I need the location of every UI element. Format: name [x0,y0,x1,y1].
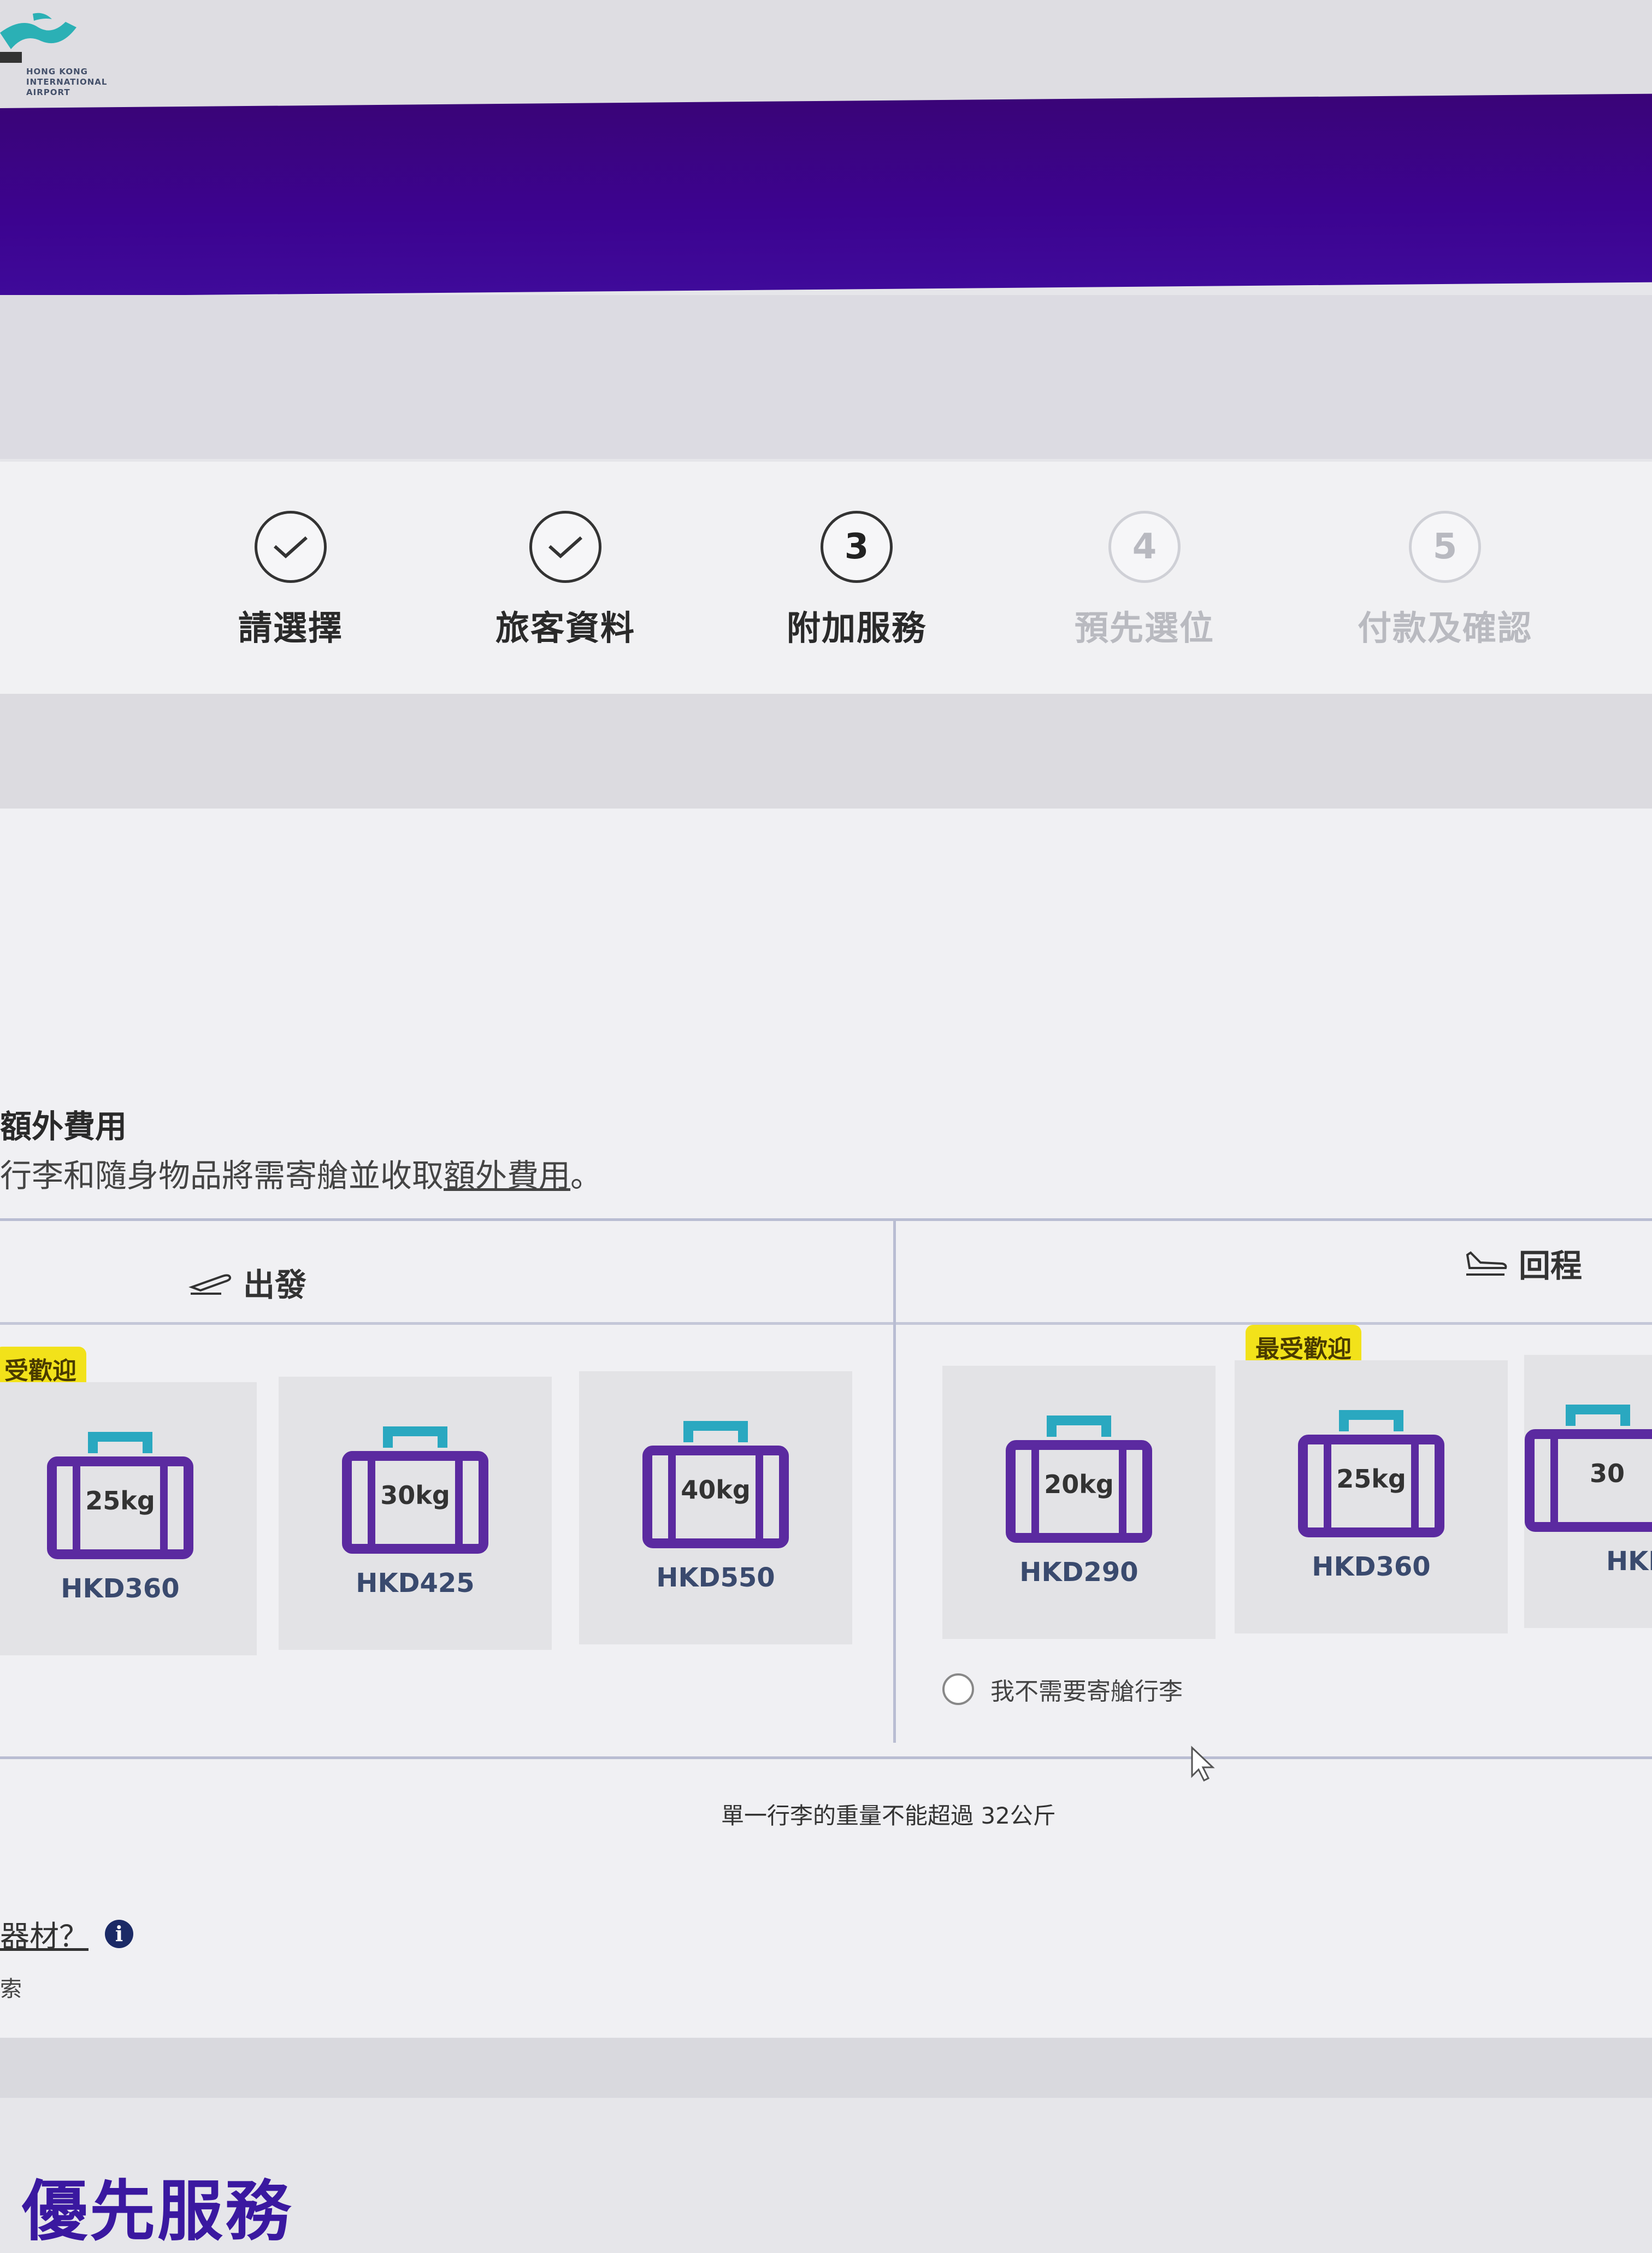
bag-option-card[interactable]: 25kg HKD360 [0,1382,257,1655]
bag-price: HKD425 [356,1568,475,1599]
airport-logo-icon [0,13,76,63]
site-header [0,0,1652,112]
step-number: 5 [1409,511,1481,583]
bag-option-card[interactable]: 30 HKI [1524,1355,1652,1628]
step-1[interactable]: 請選擇 [203,511,378,653]
bag-option-card[interactable]: 30kg HKD425 [279,1377,552,1650]
table-header-line [0,1322,1652,1325]
step-label: 付款及確認 [1358,608,1533,648]
step-label: 附加服務 [786,608,927,648]
step-5: 5 付款及確認 [1358,511,1532,653]
booking-stepper: 請選擇 旅客資料 3 附加服務 4 預先選位 5 付款及確認 [0,462,1652,694]
priority-service-heading: 優先服務 [22,2174,293,2250]
desc-suffix: 。 [570,1157,603,1194]
bag-option-card[interactable]: 25kg HKD360 [1235,1360,1508,1633]
suitcase-icon [1525,1405,1652,1532]
airport-logo-text: HONG KONG INTERNATIONAL AIRPORT [26,67,108,97]
step-2[interactable]: 旅客資料 [478,511,653,653]
section-separator [0,2038,1652,2098]
plane-landing-icon [1466,1251,1507,1276]
airport-logo[interactable]: HONG KONG INTERNATIONAL AIRPORT [0,11,131,97]
step-label: 預先選位 [1074,608,1214,648]
bag-weight: 25kg [1336,1464,1406,1494]
bag-price: HKD360 [61,1573,180,1604]
equipment-link[interactable]: 器材？ [0,1912,88,1955]
no-bag-radio[interactable] [942,1673,974,1705]
table-divider [893,1218,896,1743]
header-band [0,295,1652,459]
departure-label: 出發 [243,1266,307,1304]
step-label: 請選擇 [238,608,343,648]
baggage-description: 行李和隨身物品將需寄艙並收取額外費用。 [0,1150,602,1196]
step-4: 4 預先選位 [1057,511,1232,653]
step-number: 4 [1108,511,1181,583]
bag-weight: 30 [1590,1459,1625,1488]
mouse-cursor-icon [1191,1745,1215,1782]
equipment-row: 器材？ i [0,1912,133,1955]
info-icon[interactable]: i [105,1919,133,1948]
check-icon [255,511,327,583]
bag-price: HKD360 [1312,1552,1431,1582]
bag-weight: 40kg [681,1475,751,1505]
bag-option-card[interactable]: 20kg HKD290 [942,1366,1216,1639]
weight-limit-note: 單一行李的重量不能超過 32公斤 [721,1802,1056,1829]
purple-banner [0,93,1652,297]
check-icon [529,511,601,583]
no-checked-bag-option[interactable]: 我不需要寄艙行李 [942,1672,1183,1707]
return-tab[interactable]: 回程 [1464,1240,1582,1286]
bag-price: HKI [1606,1546,1652,1577]
step-number: 3 [821,511,893,583]
bag-option-card[interactable]: 40kg HKD550 [579,1371,852,1644]
bag-weight: 30kg [380,1481,450,1510]
bag-weight: 25kg [85,1486,155,1515]
equipment-subtext: 索 [0,1977,22,2002]
plane-takeoff-icon [188,1274,232,1295]
baggage-title: 額外費用 [0,1108,127,1145]
departure-tab[interactable]: 出發 [188,1259,306,1305]
bag-weight: 20kg [1044,1470,1114,1499]
step-3[interactable]: 3 附加服務 [769,511,944,653]
section-gap [0,694,1652,809]
return-label: 回程 [1519,1247,1583,1284]
bag-price: HKD550 [656,1562,775,1593]
no-bag-label: 我不需要寄艙行李 [990,1678,1183,1706]
bag-price: HKD290 [1019,1557,1138,1588]
extra-fee-link[interactable]: 額外費用 [444,1157,570,1194]
desc-text: 行李和隨身物品將需寄艙並收取 [0,1157,444,1194]
step-label: 旅客資料 [495,608,635,648]
